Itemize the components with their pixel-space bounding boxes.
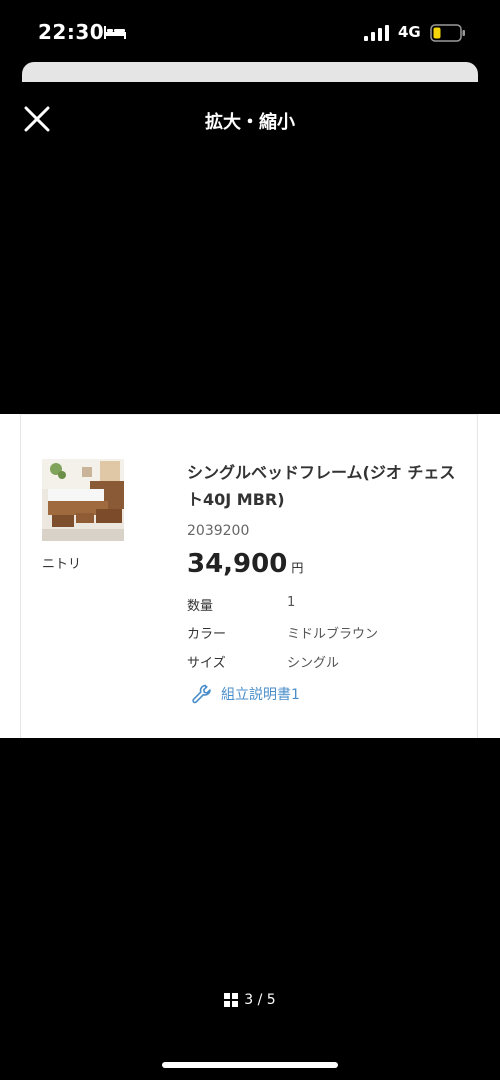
sheet-top-edge [22, 62, 478, 82]
product-image [42, 459, 124, 541]
bed-icon [104, 26, 126, 39]
status-bar: 22:30 4G [0, 0, 500, 64]
spec-label-color: カラー [187, 627, 227, 642]
spec-label-size: サイズ [187, 656, 226, 671]
page-title: 拡大・縮小 [205, 112, 295, 133]
status-time: 22:30 [38, 20, 105, 44]
grid-icon [224, 993, 239, 1007]
product-name: シングルベッドフレーム(ジオ チェスト40J MBR) [187, 463, 456, 509]
brand-label: ニトリ [42, 557, 82, 572]
wrench-icon [192, 684, 211, 704]
price-unit: 円 [291, 561, 304, 575]
spec-value-color: ミドルブラウン [287, 627, 379, 642]
battery-icon [430, 24, 465, 42]
network-label: 4G [398, 23, 421, 41]
product-code: 2039200 [187, 523, 250, 539]
spec-value-size: シングル [287, 656, 340, 671]
spec-value-quantity: 1 [287, 595, 296, 610]
spec-label-quantity: 数量 [187, 599, 214, 614]
product-card: ニトリ シングルベッドフレーム(ジオ チェスト40J MBR) 2039200 … [20, 414, 478, 738]
page-counter: 3 / 5 [244, 992, 276, 1008]
zoom-viewer[interactable]: ニトリ シングルベッドフレーム(ジオ チェスト40J MBR) 2039200 … [0, 414, 500, 738]
page-indicator[interactable]: 3 / 5 [0, 992, 500, 1008]
assembly-manual-label: 組立説明書1 [221, 687, 300, 703]
signal-icon [364, 25, 389, 41]
price-row: 34,900 円 [187, 549, 303, 579]
price-value: 34,900 [187, 549, 288, 579]
home-indicator[interactable] [162, 1062, 338, 1068]
assembly-manual-link[interactable]: 組立説明書1 [191, 683, 300, 705]
